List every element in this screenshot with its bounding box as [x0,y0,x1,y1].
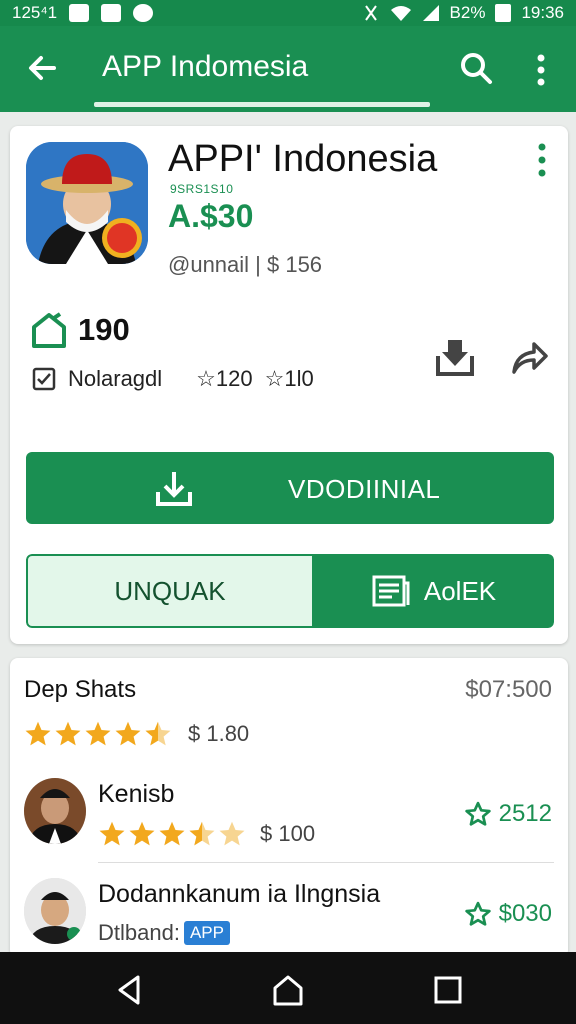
home-outline-icon [32,312,66,348]
status-time-right: 19:36 [521,3,564,22]
list-item-right: 2512 [464,800,552,828]
star-icon [115,721,141,746]
star-rating [24,720,172,748]
status-left: 125⁴1 [12,3,154,23]
battery-icon [495,4,512,22]
split-buttons: UNQUAK AolEK [26,554,554,628]
stat-row: 190 [30,312,130,348]
app-name: APPI' Indonesia [168,138,438,180]
star-icon [159,821,185,846]
list-item[interactable]: Kenisb $ 100 2512 [10,778,568,868]
app-detail-card: APPI' Indonesia 9SRS1S10 A.$30 @unnail |… [10,126,568,644]
app-bar-title: APP Indomesia [102,50,309,83]
status-right: B2% 19:36 [362,3,564,23]
list-item-right: $030 [464,900,552,928]
avatar [24,878,86,944]
app-meta: @unnail | $ 156 [168,252,323,277]
list-item-sub: $ 100 [98,820,315,848]
list-item-value: $ 100 [260,821,316,846]
star-icon [129,821,155,846]
avatar [24,778,86,844]
star-outline-icon [464,801,491,826]
star-half-icon [189,821,215,846]
battery-percent: B2% [449,3,486,22]
list-item-name: Dodannkanum ia Ilngnsia [98,880,381,908]
list-icon [372,575,410,607]
app-price: A.$30 [168,198,254,234]
system-nav-bar [0,952,576,1024]
unquak-button-label: UNQUAK [114,575,226,606]
install-button[interactable]: VDODIINIAL [26,452,554,524]
sync-icon [133,4,154,22]
list-rating-row: $ 1.80 [24,720,249,748]
tab-indicator [94,102,430,107]
install-button-label: VDODIINIAL [288,474,441,504]
share-icon[interactable] [508,336,550,378]
signal-icon [422,5,439,21]
app-icon-art [26,142,148,264]
star-half-icon [145,721,171,746]
star-outline-icon [464,901,491,926]
list-rating-value: $ 1.80 [188,721,250,746]
notification-icon [69,4,90,22]
back-arrow-icon[interactable] [22,48,62,88]
app-bar: APP Indomesia [0,26,576,112]
wifi-icon [390,6,411,21]
aolek-button[interactable]: AolEK [314,554,554,628]
list-item[interactable]: Dodannkanum ia Ilngnsia Dtlband: APP $03… [10,878,568,958]
search-icon[interactable] [456,48,496,88]
list-header-value: $07:500 [465,676,552,703]
star-icon [99,821,125,846]
list-item-sub-label: Dtlband: [98,920,180,945]
recents-nav-icon[interactable] [430,972,466,1008]
stat-count: 190 [78,312,130,347]
unquak-button[interactable]: UNQUAK [26,554,314,628]
list-item-name: Kenisb [98,780,175,808]
app-notification-icon [101,4,122,22]
star-empty-icon [219,821,245,846]
list-card: Dep Shats $07:500 $ 1.80 Kenisb $ 100 25… [10,658,568,958]
list-item-sub: Dtlband: APP [98,920,230,946]
app-badge: APP [183,921,230,945]
divider [98,862,554,863]
install-icon[interactable] [434,336,476,378]
rating-a: ☆120 [196,366,253,391]
aolek-button-label: AolEK [423,575,497,606]
category-label: Nolaragdl [68,366,163,391]
star-icon [85,721,111,746]
developer-label: 9SRS1S10 [170,182,234,196]
category-row: Nolaragdl ☆120 ☆1l0 [32,366,314,392]
status-bar: 125⁴1 B2% 19:36 [0,0,576,26]
status-time-left: 125⁴1 [12,3,58,22]
download-icon [156,472,192,506]
vibrate-icon [364,5,377,21]
checkbox-icon[interactable] [32,367,56,391]
star-icon [55,721,81,746]
list-item-right-value: $030 [498,900,552,927]
list-item-right-value: 2512 [498,800,552,827]
more-vert-icon[interactable] [526,50,556,90]
card-more-icon[interactable] [532,142,552,178]
app-icon [26,142,148,264]
list-header: Dep Shats [24,676,137,703]
star-icon [25,721,51,746]
back-nav-icon[interactable] [112,972,148,1008]
rating-b: ☆1l0 [264,366,314,391]
home-nav-icon[interactable] [270,972,306,1008]
star-rating [98,820,246,848]
